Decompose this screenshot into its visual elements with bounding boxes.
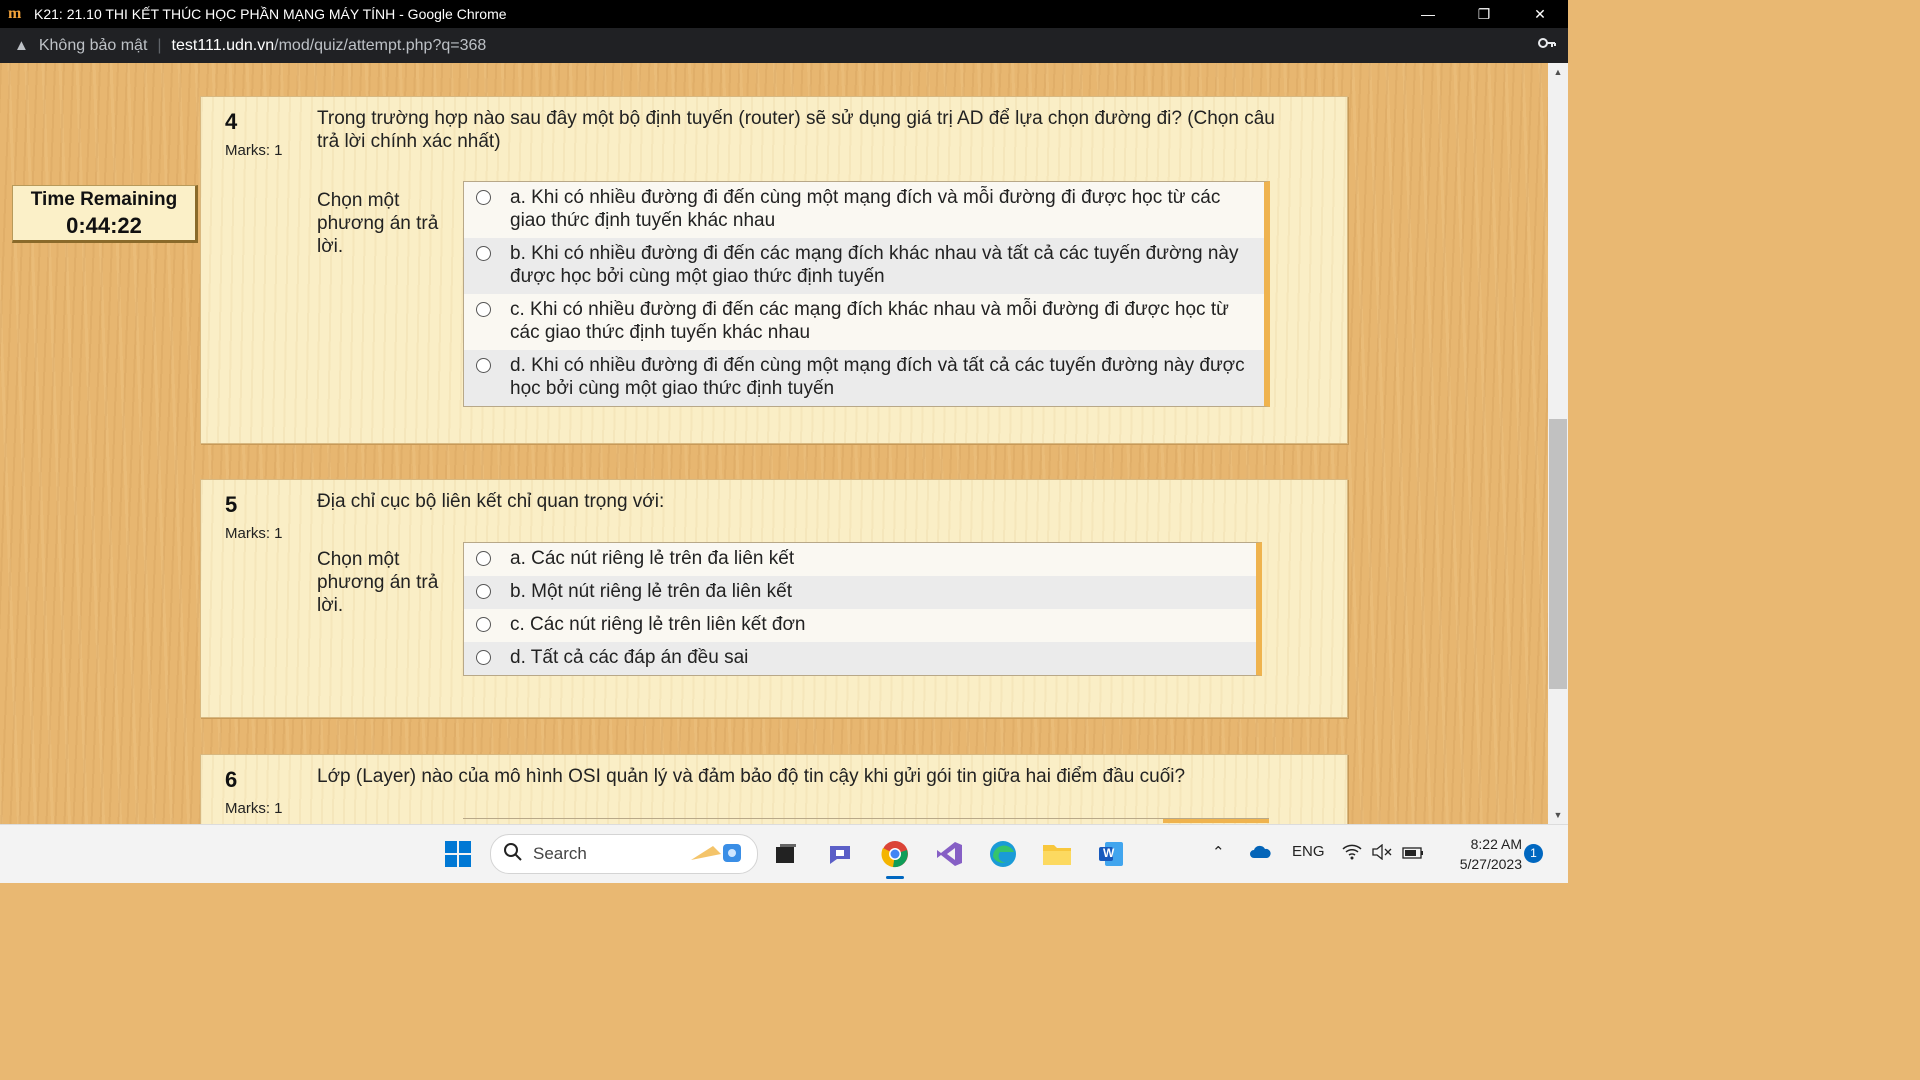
moodle-logo-icon: m bbox=[8, 5, 22, 22]
page-scrollbar[interactable]: ▲ ▼ bbox=[1548, 63, 1568, 824]
question-6: 6 Marks: 1 Lớp (Layer) nào của mô hình O… bbox=[200, 754, 1348, 824]
option-label: a. Khi có nhiều đường đi đến cùng một mạ… bbox=[510, 187, 1221, 231]
security-label[interactable]: Không bảo mật bbox=[39, 37, 148, 55]
clock-date: 5/27/2023 bbox=[1459, 856, 1522, 872]
question-number: 6 bbox=[225, 767, 238, 792]
radio-button[interactable] bbox=[476, 190, 491, 205]
scroll-up-icon[interactable]: ▲ bbox=[1548, 67, 1568, 77]
task-view-icon[interactable] bbox=[771, 839, 801, 869]
quiz-page: Time Remaining 0:44:22 4 Marks: 1 Trong … bbox=[0, 63, 1548, 824]
answer-options-edge bbox=[1163, 819, 1269, 823]
option-b[interactable]: b. Khi có nhiều đường đi đến các mạng đí… bbox=[464, 238, 1264, 294]
search-placeholder: Search bbox=[533, 844, 587, 863]
url-path: /mod/quiz/attempt.php?q=368 bbox=[274, 36, 487, 54]
question-number: 4 bbox=[225, 109, 238, 134]
option-d[interactable]: d. Khi có nhiều đường đi đến cùng một mạ… bbox=[464, 350, 1264, 406]
taskbar-search[interactable]: Search bbox=[490, 834, 758, 874]
question-marks: Marks: 1 bbox=[225, 800, 283, 817]
minimize-button[interactable]: — bbox=[1400, 0, 1456, 28]
warning-icon[interactable]: ▲ bbox=[14, 37, 29, 54]
question-marks: Marks: 1 bbox=[225, 525, 283, 542]
windows-start-icon[interactable] bbox=[443, 839, 473, 869]
option-label: d. Tất cả các đáp án đều sai bbox=[510, 647, 749, 668]
radio-button[interactable] bbox=[476, 302, 491, 317]
window-title: K21: 21.10 THI KẾT THÚC HỌC PHẦN MẠNG MÁ… bbox=[34, 6, 507, 22]
restore-button[interactable]: ❐ bbox=[1456, 0, 1512, 28]
option-label: d. Khi có nhiều đường đi đến cùng một mạ… bbox=[510, 355, 1245, 399]
option-label: b. Khi có nhiều đường đi đến các mạng đí… bbox=[510, 243, 1239, 287]
radio-button[interactable] bbox=[476, 584, 491, 599]
chrome-active-indicator bbox=[886, 876, 904, 879]
option-d[interactable]: d. Tất cả các đáp án đều sai bbox=[464, 642, 1256, 675]
option-b[interactable]: b. Một nút riêng lẻ trên đa liên kết bbox=[464, 576, 1256, 609]
question-5: 5 Marks: 1 Địa chỉ cục bộ liên kết chỉ q… bbox=[200, 479, 1348, 718]
scroll-down-icon[interactable]: ▼ bbox=[1548, 810, 1568, 820]
wifi-icon[interactable] bbox=[1342, 844, 1362, 864]
chrome-icon[interactable] bbox=[880, 839, 910, 869]
option-c[interactable]: c. Khi có nhiều đường đi đến các mạng đí… bbox=[464, 294, 1264, 350]
question-number: 5 bbox=[225, 492, 238, 517]
teams-chat-icon[interactable] bbox=[826, 839, 856, 869]
address-bar[interactable]: ▲ Không bảo mật | test111.udn.vn/mod/qui… bbox=[0, 28, 1568, 63]
option-label: c. Khi có nhiều đường đi đến các mạng đí… bbox=[510, 299, 1229, 343]
battery-icon[interactable] bbox=[1402, 846, 1424, 863]
clock-time: 8:22 AM bbox=[1470, 836, 1522, 852]
option-a[interactable]: a. Khi có nhiều đường đi đến cùng một mạ… bbox=[464, 182, 1264, 238]
word-icon[interactable]: W bbox=[1096, 839, 1126, 869]
question-4: 4 Marks: 1 Trong trường hợp nào sau đây … bbox=[200, 96, 1348, 444]
option-a[interactable]: a. Các nút riêng lẻ trên đa liên kết bbox=[464, 543, 1256, 576]
radio-button[interactable] bbox=[476, 650, 491, 665]
answer-options: a. Khi có nhiều đường đi đến cùng một mạ… bbox=[463, 181, 1270, 407]
answer-prompt: Chọn một phương án trả lời. bbox=[317, 549, 439, 616]
windows-taskbar: Search W ⌃ ENG 8:22 AM 5/27/2023 1 bbox=[0, 824, 1568, 883]
taskbar-clock[interactable]: 8:22 AM 5/27/2023 bbox=[1430, 834, 1522, 874]
visual-studio-icon[interactable] bbox=[934, 839, 964, 869]
option-label: b. Một nút riêng lẻ trên đa liên kết bbox=[510, 581, 792, 602]
file-explorer-icon[interactable] bbox=[1042, 839, 1072, 869]
word-letter: W bbox=[1103, 846, 1115, 860]
url-text[interactable]: test111.udn.vn/mod/quiz/attempt.php?q=36… bbox=[172, 37, 487, 55]
radio-button[interactable] bbox=[476, 246, 491, 261]
time-remaining-box: Time Remaining 0:44:22 bbox=[12, 185, 198, 243]
radio-button[interactable] bbox=[476, 551, 491, 566]
option-c[interactable]: c. Các nút riêng lẻ trên liên kết đơn bbox=[464, 609, 1256, 642]
notification-badge[interactable]: 1 bbox=[1524, 844, 1543, 863]
answer-options: a. Các nút riêng lẻ trên đa liên kết b. … bbox=[463, 542, 1262, 676]
answer-prompt: Chọn một phương án trả lời. bbox=[317, 190, 439, 257]
close-button[interactable]: ✕ bbox=[1512, 0, 1568, 28]
window-titlebar: m K21: 21.10 THI KẾT THÚC HỌC PHẦN MẠNG … bbox=[0, 0, 1568, 28]
radio-button[interactable] bbox=[476, 358, 491, 373]
option-label: a. Các nút riêng lẻ trên đa liên kết bbox=[510, 548, 795, 569]
option-label: c. Các nút riêng lẻ trên liên kết đơn bbox=[510, 614, 806, 635]
key-icon[interactable] bbox=[1538, 36, 1556, 54]
url-host: test111.udn.vn bbox=[171, 36, 275, 54]
onedrive-icon[interactable] bbox=[1249, 845, 1271, 863]
volume-muted-icon[interactable] bbox=[1372, 843, 1392, 864]
show-hidden-icons-icon[interactable]: ⌃ bbox=[1212, 843, 1225, 861]
time-remaining-label: Time Remaining bbox=[30, 189, 178, 210]
search-highlight-icon bbox=[687, 838, 747, 871]
question-text: Địa chỉ cục bộ liên kết chỉ quan trọng v… bbox=[317, 491, 665, 512]
question-text: Trong trường hợp nào sau đây một bộ định… bbox=[317, 108, 1275, 152]
address-divider: | bbox=[157, 36, 162, 54]
scrollbar-thumb[interactable] bbox=[1549, 419, 1567, 689]
edge-icon[interactable] bbox=[988, 839, 1018, 869]
question-text: Lớp (Layer) nào của mô hình OSI quản lý … bbox=[317, 766, 1186, 787]
search-icon bbox=[503, 842, 523, 867]
language-indicator[interactable]: ENG bbox=[1292, 843, 1325, 860]
radio-button[interactable] bbox=[476, 617, 491, 632]
time-remaining-value: 0:44:22 bbox=[66, 213, 142, 238]
question-marks: Marks: 1 bbox=[225, 142, 283, 159]
